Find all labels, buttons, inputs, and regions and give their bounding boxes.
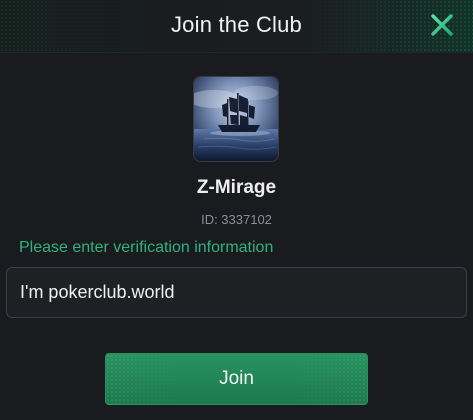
join-club-modal: Join the Club Z-Mirage ID: 3337102 Pleas… — [0, 0, 473, 420]
close-button[interactable] — [429, 12, 455, 38]
club-id: ID: 3337102 — [201, 212, 272, 227]
club-name: Z-Mirage — [196, 177, 277, 198]
close-x-icon — [431, 14, 453, 36]
join-button[interactable]: Join — [105, 353, 368, 405]
verification-prompt: Please enter verification information — [19, 239, 274, 256]
club-avatar — [193, 76, 279, 162]
modal-header: Join the Club — [0, 0, 473, 53]
verification-input[interactable] — [6, 267, 467, 318]
modal-title: Join the Club — [170, 12, 302, 37]
ghost-ship-image — [194, 77, 278, 161]
join-button-label: Join — [219, 368, 254, 389]
